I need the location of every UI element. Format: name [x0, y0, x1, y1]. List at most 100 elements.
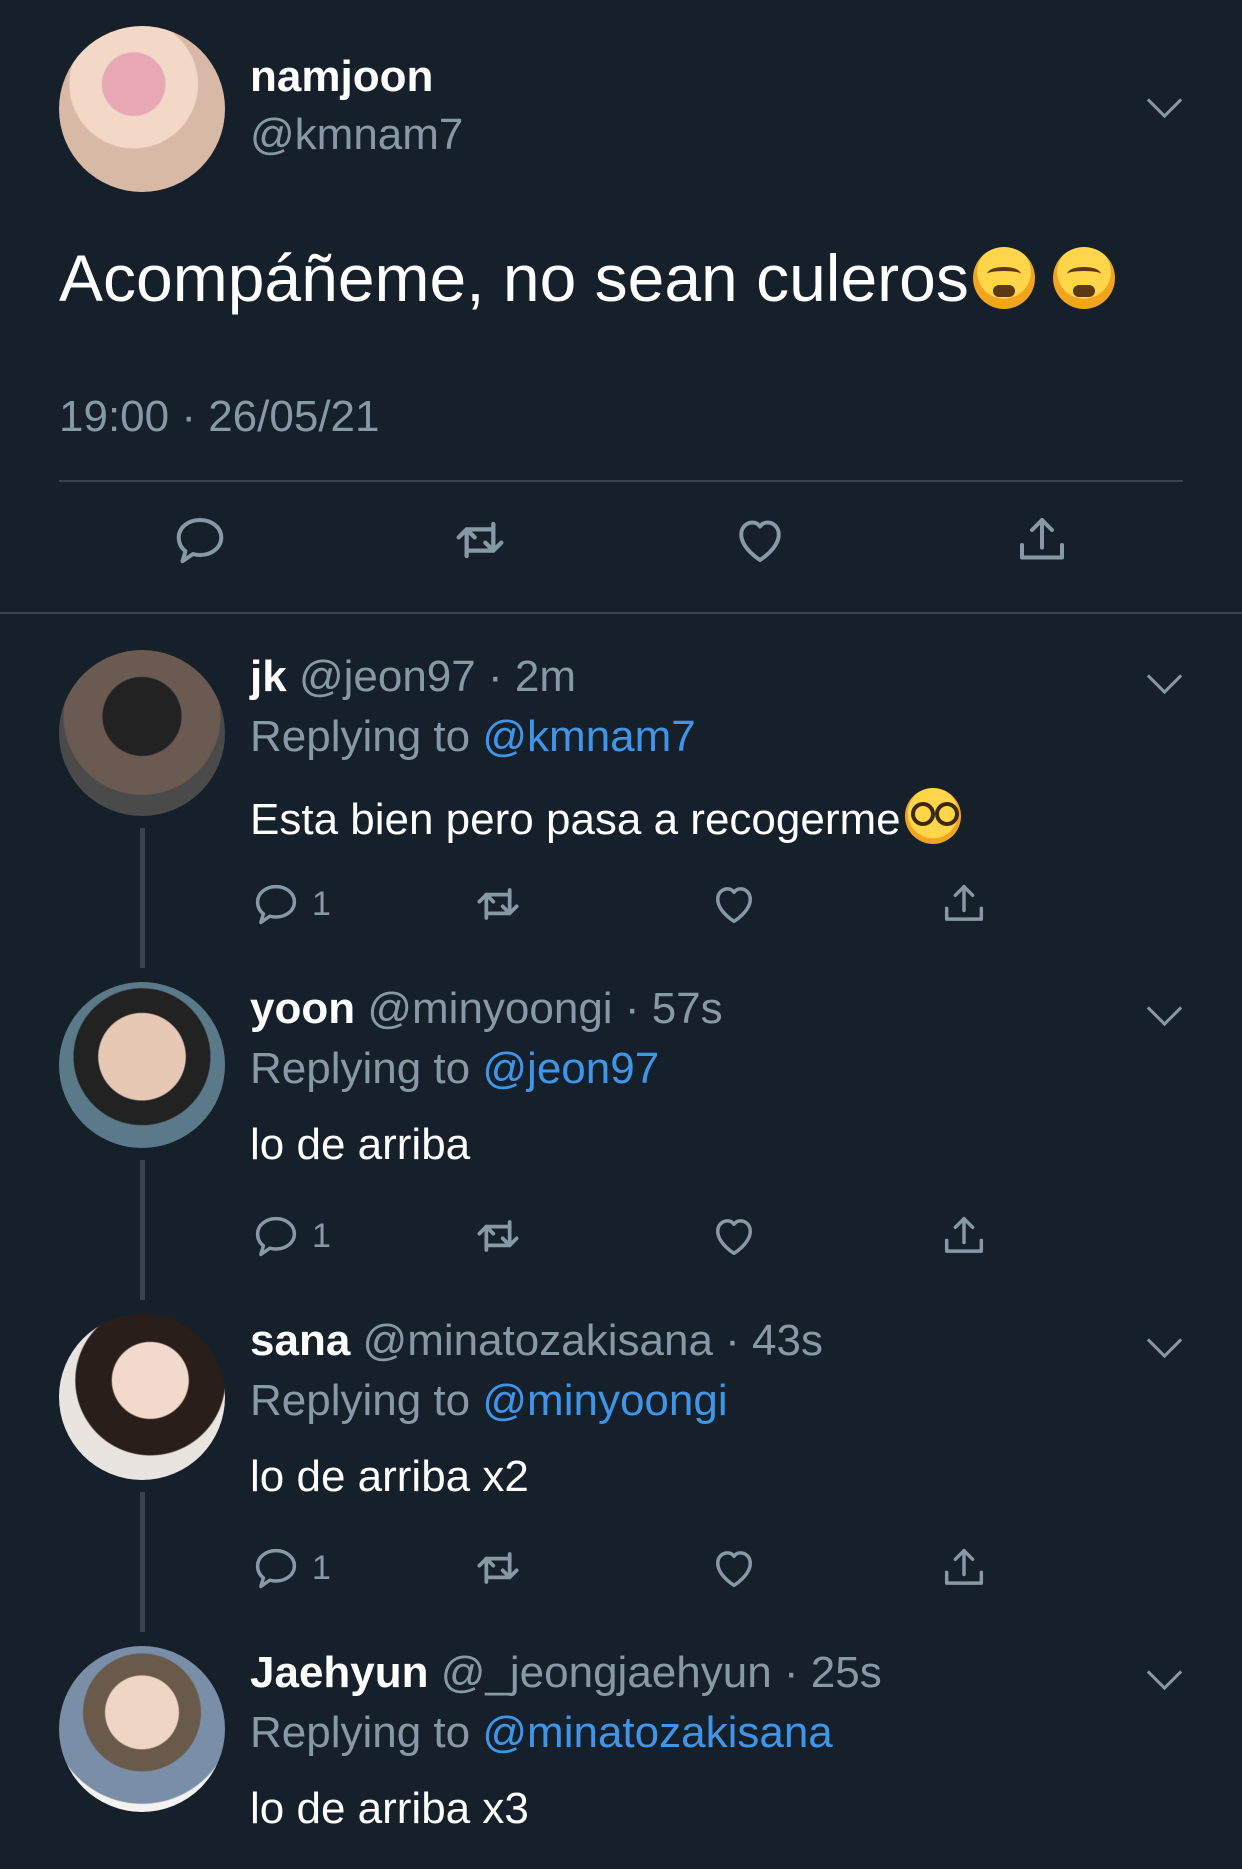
- reply-tweet[interactable]: Jaehyun @_jeongjaehyun · 25s Replying to…: [0, 1646, 1242, 1869]
- replying-to-label: Replying to: [250, 712, 471, 761]
- reply-time: · 57s: [624, 984, 723, 1033]
- chevron-down-icon[interactable]: [1146, 82, 1183, 119]
- share-icon: [944, 884, 984, 921]
- share-button[interactable]: [938, 874, 990, 934]
- reply-button[interactable]: 1: [250, 874, 331, 934]
- main-tweet: namjoon @kmnam7 Acompáñeme, no sean cule…: [0, 0, 1242, 614]
- author-name[interactable]: namjoon: [250, 52, 433, 102]
- tweet-actions: [0, 510, 1242, 590]
- share-icon: [944, 1548, 984, 1585]
- mention-link[interactable]: @jeon97: [482, 1044, 659, 1093]
- reply-tweet[interactable]: jk @jeon97 · 2m Replying to @kmnam7 Esta…: [0, 650, 1242, 982]
- replying-to: Replying to @minyoongi: [250, 1376, 728, 1426]
- reply-count: 1: [312, 1216, 331, 1255]
- author-handle[interactable]: @minatozakisana: [363, 1316, 713, 1365]
- reply-count: 1: [312, 884, 331, 923]
- reply-actions: 1: [250, 874, 1050, 934]
- heart-icon: [716, 887, 752, 924]
- reply-header: yoon @minyoongi · 57s: [250, 984, 723, 1034]
- author-name[interactable]: sana: [250, 1316, 350, 1365]
- replying-to: Replying to @minatozakisana: [250, 1708, 833, 1758]
- thread-line: [140, 828, 145, 968]
- retweet-icon: [477, 1220, 519, 1252]
- nerd-face-emoji: [904, 788, 961, 844]
- thread-line: [140, 1160, 145, 1300]
- replying-to: Replying to @jeon97: [250, 1044, 659, 1094]
- author-name[interactable]: jk: [250, 652, 287, 701]
- reply-icon: [176, 518, 224, 564]
- reply-tweet[interactable]: yoon @minyoongi · 57s Replying to @jeon9…: [0, 982, 1242, 1314]
- share-icon: [1020, 518, 1064, 560]
- reply-button[interactable]: 1: [250, 1538, 331, 1598]
- retweet-button[interactable]: [470, 1206, 526, 1266]
- reply-header: sana @minatozakisana · 43s: [250, 1316, 823, 1366]
- chevron-down-icon[interactable]: [1146, 1654, 1183, 1691]
- replying-to-label: Replying to: [250, 1376, 471, 1425]
- heart-icon: [716, 1551, 752, 1588]
- chevron-down-icon[interactable]: [1146, 658, 1183, 695]
- retweet-button[interactable]: [470, 874, 526, 934]
- reply-button[interactable]: 1: [250, 1206, 331, 1266]
- like-button[interactable]: [708, 1206, 760, 1266]
- tweet-text: Acompáñeme, no sean culeros: [59, 240, 1115, 316]
- author-name[interactable]: yoon: [250, 984, 355, 1033]
- reply-actions: 1: [250, 1538, 1050, 1598]
- reply-time: · 2m: [487, 652, 576, 701]
- divider: [59, 480, 1183, 482]
- author-name[interactable]: Jaehyun: [250, 1648, 429, 1697]
- heart-icon: [716, 1219, 752, 1256]
- share-button[interactable]: [938, 1206, 990, 1266]
- reply-time: · 25s: [783, 1648, 882, 1697]
- tired-face-emoji: [1052, 247, 1115, 309]
- like-button[interactable]: [730, 510, 790, 570]
- chevron-down-icon[interactable]: [1146, 990, 1183, 1027]
- reply-icon: [255, 1216, 297, 1257]
- replying-to-label: Replying to: [250, 1044, 471, 1093]
- share-button[interactable]: [1012, 510, 1072, 570]
- author-handle[interactable]: @minyoongi: [367, 984, 612, 1033]
- retweet-button[interactable]: [470, 1538, 526, 1598]
- reply-tweet[interactable]: sana @minatozakisana · 43s Replying to @…: [0, 1314, 1242, 1646]
- like-button[interactable]: [708, 1538, 760, 1598]
- reply-header: Jaehyun @_jeongjaehyun · 25s: [250, 1648, 882, 1698]
- retweet-icon: [456, 521, 504, 559]
- retweet-icon: [477, 888, 519, 920]
- retweet-button[interactable]: [448, 510, 512, 570]
- reply-text: lo de arriba x3: [250, 1784, 529, 1833]
- replying-to-label: Replying to: [250, 1708, 471, 1757]
- reply-icon: [255, 884, 297, 925]
- retweet-icon: [477, 1552, 519, 1584]
- share-icon: [944, 1216, 984, 1253]
- tweet-text-content: Acompáñeme, no sean culeros: [59, 241, 969, 315]
- mention-link[interactable]: @minatozakisana: [482, 1708, 832, 1757]
- reply-time: · 43s: [725, 1316, 823, 1365]
- author-handle[interactable]: @_jeongjaehyun: [441, 1648, 772, 1697]
- avatar[interactable]: [59, 1646, 225, 1812]
- reply-icon: [255, 1548, 297, 1589]
- heart-icon: [739, 520, 781, 562]
- thread-line: [140, 1492, 145, 1632]
- reply-button[interactable]: [170, 510, 230, 570]
- reply-text-content: Esta bien pero pasa a recogerme: [250, 795, 901, 844]
- avatar[interactable]: [59, 1314, 225, 1480]
- avatar[interactable]: [59, 650, 225, 816]
- reply-actions: 1: [250, 1206, 1050, 1266]
- reply-text: Esta bien pero pasa a recogerme: [250, 788, 961, 845]
- like-button[interactable]: [708, 874, 760, 934]
- replying-to: Replying to @kmnam7: [250, 712, 696, 762]
- chevron-down-icon[interactable]: [1146, 1322, 1183, 1359]
- reply-count: 1: [312, 1548, 331, 1587]
- avatar[interactable]: [59, 26, 225, 192]
- author-handle[interactable]: @kmnam7: [250, 110, 463, 160]
- share-button[interactable]: [938, 1538, 990, 1598]
- avatar[interactable]: [59, 982, 225, 1148]
- tweet-timestamp[interactable]: 19:00 · 26/05/21: [59, 392, 379, 442]
- mention-link[interactable]: @minyoongi: [482, 1376, 727, 1425]
- tired-face-emoji: [972, 247, 1035, 309]
- reply-text: lo de arriba: [250, 1120, 471, 1169]
- mention-link[interactable]: @kmnam7: [482, 712, 695, 761]
- divider: [0, 612, 1242, 614]
- author-handle[interactable]: @jeon97: [299, 652, 476, 701]
- reply-text: lo de arriba x2: [250, 1452, 529, 1501]
- reply-header: jk @jeon97 · 2m: [250, 652, 576, 702]
